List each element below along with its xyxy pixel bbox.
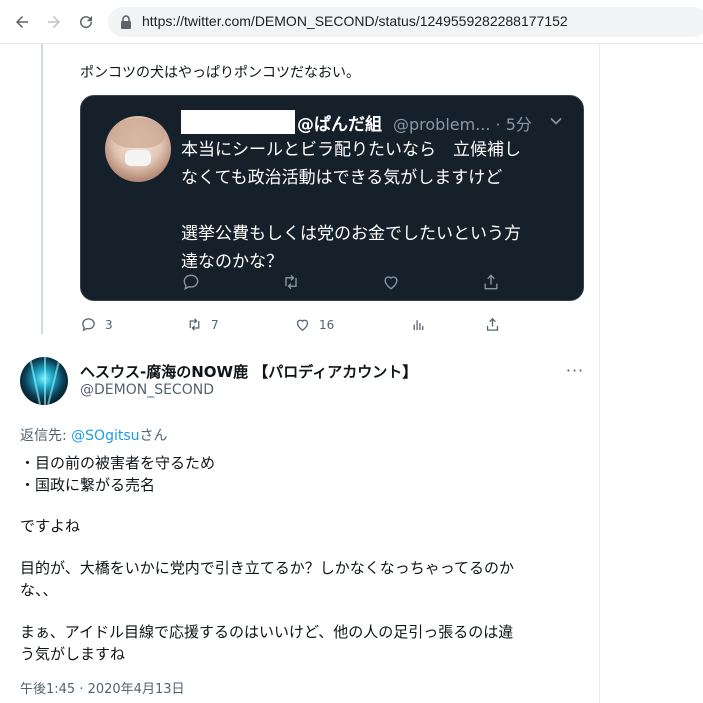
url-text: https://twitter.com/DEMON_SECOND/status/… <box>142 13 568 29</box>
share-icon <box>486 317 499 331</box>
reply-count: 3 <box>105 317 113 332</box>
avatar-glow <box>44 357 46 405</box>
tweet-line: ・目の前の被害者を守るため <box>20 454 216 472</box>
parent-tweet-actions: 3 7 16 <box>80 316 510 336</box>
quoted-line: 選挙公費もしくは党のお金でしたいという方 <box>181 224 521 244</box>
tweet-line: な、、 <box>20 581 58 599</box>
avatar-glow <box>29 357 41 405</box>
quoted-tweet-actions <box>181 272 561 294</box>
user-display-name[interactable]: ヘスウス-腐海のNOW鹿 【パロディアカウント】 <box>80 361 417 382</box>
quoted-line <box>181 192 571 220</box>
retweet-count: 7 <box>211 317 219 332</box>
back-arrow-icon[interactable] <box>12 12 32 32</box>
like-icon <box>296 319 309 331</box>
forward-arrow-icon[interactable] <box>44 12 64 32</box>
browser-toolbar: https://twitter.com/DEMON_SECOND/status/… <box>0 0 703 44</box>
avatar-mask <box>125 150 151 166</box>
tweet-line: う気がしますね <box>20 645 126 663</box>
tweet-line: 目的が、大橋をいかに党内で引き立てるか？しかなくなっちゃってるのか <box>20 559 514 577</box>
parent-tweet-text: ポンコツの犬はやっぱりポンコツだなおい。 <box>80 65 360 81</box>
tweet-line: まぁ、アイドル目線で応援するのはいいけど、他の人の足引っ張るのは違 <box>20 623 514 641</box>
user-screen-name[interactable]: @DEMON_SECOND <box>80 382 214 398</box>
reply-mention-link[interactable]: @SOgitsu <box>71 428 139 444</box>
tweet-line: ・国政に繋がる売名 <box>20 476 156 494</box>
more-options-icon[interactable]: ··· <box>565 360 585 380</box>
share-icon[interactable] <box>481 272 503 294</box>
analytics-button[interactable] <box>410 316 427 333</box>
reply-icon[interactable] <box>181 272 203 294</box>
quoted-tweet-card[interactable]: @ぱんだ組 @problem... · 5分 本当にシールとビラ配りたいなら 立… <box>80 95 584 301</box>
quoted-line: なくても政治活動はできる気がしますけど <box>181 168 503 188</box>
quoted-user-handle[interactable]: @problem... · 5分 <box>393 111 532 135</box>
address-bar[interactable]: https://twitter.com/DEMON_SECOND/status/… <box>108 7 703 37</box>
lock-icon <box>121 15 131 29</box>
redacted-name-box <box>181 110 295 134</box>
reply-to-suffix: さん <box>139 428 168 444</box>
chevron-down-icon[interactable] <box>549 114 563 128</box>
tweet-timestamp[interactable]: 午後1:45 · 2020年4月13日 <box>20 678 185 697</box>
avatar[interactable] <box>20 357 68 405</box>
like-button[interactable]: 16 <box>294 316 334 333</box>
retweet-icon[interactable] <box>281 272 303 294</box>
quoted-user-name[interactable]: @ぱんだ組 <box>297 110 382 135</box>
thread-line <box>41 44 43 334</box>
retweet-button[interactable]: 7 <box>186 316 219 333</box>
analytics-icon <box>413 320 424 331</box>
quoted-tweet-body: 本当にシールとビラ配りたいなら 立候補し なくても政治活動はできる気がしますけど… <box>181 136 571 276</box>
reply-to-prefix: 返信先: <box>20 428 72 444</box>
like-icon[interactable] <box>381 272 403 294</box>
reply-button[interactable]: 3 <box>80 316 113 333</box>
quoted-line: 本当にシールとビラ配りたいなら 立候補し <box>181 140 521 160</box>
retweet-icon <box>189 318 200 331</box>
reply-to-line: 返信先: @SOgitsuさん <box>20 425 168 445</box>
share-button[interactable] <box>484 316 501 333</box>
reply-icon <box>82 318 95 332</box>
quoted-user-avatar[interactable] <box>105 116 171 182</box>
avatar-glow <box>47 357 61 405</box>
like-count: 16 <box>319 317 335 332</box>
tweet-line: ですよね <box>20 517 81 535</box>
avatar-hair <box>111 118 165 148</box>
reload-icon[interactable] <box>76 12 96 32</box>
